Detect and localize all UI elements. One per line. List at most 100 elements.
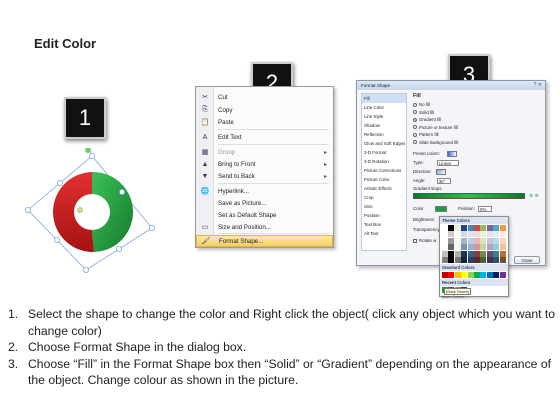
color-swatch[interactable] (480, 271, 487, 278)
color-swatch[interactable] (499, 256, 506, 263)
color-swatch[interactable] (442, 256, 448, 263)
color-swatch[interactable] (467, 231, 474, 238)
rotate-with-shape-checkbox[interactable]: Rotate w (413, 238, 436, 243)
color-swatch[interactable] (486, 256, 493, 263)
color-swatch[interactable] (499, 237, 506, 244)
gradient-stops-bar[interactable] (413, 193, 525, 199)
radio-button[interactable] (413, 140, 417, 145)
category-3-d-rotation[interactable]: 3-D Rotation (362, 157, 406, 166)
preset-colors-dropdown[interactable] (447, 151, 458, 157)
menu-item-send-to-back[interactable]: ▼ Send to Back ▸ (196, 170, 333, 182)
color-swatch[interactable] (454, 244, 461, 251)
color-swatch[interactable] (486, 250, 493, 257)
color-swatch[interactable] (473, 271, 480, 278)
close-button[interactable]: Close (514, 256, 540, 264)
color-swatch[interactable] (480, 237, 487, 244)
color-swatch[interactable] (448, 244, 455, 251)
fill-option-solid-fill[interactable]: Solid fill (413, 110, 434, 115)
color-swatch[interactable] (467, 256, 474, 263)
color-swatch[interactable] (467, 244, 474, 251)
color-swatch[interactable] (493, 250, 500, 257)
color-swatch[interactable] (486, 244, 493, 251)
color-swatch[interactable] (454, 256, 461, 263)
color-swatch[interactable] (486, 237, 493, 244)
menu-item-bring-to-front[interactable]: ▲ Bring to Front ▸ (196, 158, 333, 170)
color-swatch[interactable] (480, 231, 487, 238)
color-swatch[interactable] (448, 237, 455, 244)
category-fill[interactable]: Fill (362, 94, 406, 103)
color-swatch[interactable] (461, 237, 468, 244)
fill-option-gradient-fill[interactable]: Gradient fill (413, 117, 441, 122)
angle-input[interactable]: 30° (436, 178, 451, 184)
color-swatch[interactable] (493, 256, 500, 263)
color-swatch[interactable] (442, 250, 448, 257)
color-swatch[interactable] (499, 244, 506, 251)
color-swatch[interactable] (473, 244, 480, 251)
menu-item-paste[interactable]: 📋 Paste (196, 116, 333, 128)
donut-shape[interactable] (14, 148, 160, 276)
radio-button[interactable] (413, 117, 417, 122)
color-swatch[interactable] (493, 244, 500, 251)
color-swatch[interactable] (448, 271, 455, 278)
color-swatch[interactable] (461, 225, 468, 231)
menu-item-cut[interactable]: ✂ Cut (196, 91, 333, 103)
color-swatch[interactable] (442, 231, 448, 238)
color-swatch[interactable] (499, 271, 506, 278)
menu-item-copy[interactable]: ⎘ Copy (196, 104, 333, 116)
color-swatch[interactable] (442, 271, 448, 278)
color-swatch[interactable] (467, 225, 474, 231)
menu-item-format-shape[interactable]: 🖌 Format Shape... (196, 235, 333, 247)
color-swatch[interactable] (486, 271, 493, 278)
color-swatch[interactable] (473, 237, 480, 244)
category-text-box[interactable]: Text Box (362, 220, 406, 229)
menu-item-save-as-picture[interactable]: Save as Picture... (196, 197, 333, 209)
category-reflection[interactable]: Reflection (362, 130, 406, 139)
color-swatch[interactable] (486, 231, 493, 238)
color-swatch[interactable] (493, 237, 500, 244)
color-swatch[interactable] (454, 231, 461, 238)
color-swatch[interactable] (480, 250, 487, 257)
color-swatch[interactable] (467, 250, 474, 257)
position-input[interactable]: 0% (478, 206, 493, 212)
color-dropdown-button[interactable] (434, 206, 447, 212)
menu-item-size-and-position[interactable]: ▭ Size and Position... (196, 221, 333, 233)
category-line-style[interactable]: Line Style (362, 112, 406, 121)
color-swatch[interactable] (448, 256, 455, 263)
color-swatch[interactable] (467, 237, 474, 244)
color-swatch[interactable] (461, 244, 468, 251)
color-swatch[interactable] (454, 271, 461, 278)
radio-button[interactable] (413, 125, 417, 130)
color-swatch[interactable] (473, 231, 480, 238)
category-artistic-effects[interactable]: Artistic Effects (362, 184, 406, 193)
category-size[interactable]: Size (362, 202, 406, 211)
radio-button[interactable] (413, 110, 417, 115)
color-swatch[interactable] (480, 256, 487, 263)
color-swatch[interactable] (473, 256, 480, 263)
color-swatch[interactable] (461, 256, 468, 263)
menu-item-set-as-default-shape[interactable]: Set as Default Shape (196, 209, 333, 221)
fill-option-picture-or-texture-fill[interactable]: Picture or texture fill (413, 125, 458, 130)
radio-button[interactable] (413, 102, 417, 107)
category-line-color[interactable]: Line Color (362, 103, 406, 112)
color-swatch[interactable] (461, 271, 468, 278)
color-swatch[interactable] (473, 250, 480, 257)
color-swatch[interactable] (499, 250, 506, 257)
fill-option-pattern-fill[interactable]: Pattern fill (413, 132, 439, 137)
color-swatch[interactable] (448, 250, 455, 257)
category-3-d-format[interactable]: 3-D Format (362, 148, 406, 157)
color-swatch[interactable] (442, 225, 448, 231)
category-position[interactable]: Position (362, 211, 406, 220)
color-swatch[interactable] (473, 225, 480, 231)
fill-option-slide-background-fill[interactable]: Slide background fill (413, 140, 458, 145)
color-swatch[interactable] (480, 244, 487, 251)
category-alt-text[interactable]: Alt Text (362, 229, 406, 238)
category-picture-color[interactable]: Picture Color (362, 175, 406, 184)
color-swatch[interactable] (486, 225, 493, 231)
menu-item-hyperlink[interactable]: 🌐 Hyperlink... (196, 185, 333, 197)
fill-option-no-fill[interactable]: No fill (413, 102, 430, 107)
color-swatch[interactable] (499, 225, 506, 231)
color-swatch[interactable] (442, 237, 448, 244)
dialog-window-controls[interactable]: ? ✕ (534, 82, 542, 88)
color-swatch[interactable] (448, 225, 455, 231)
color-swatch[interactable] (461, 231, 468, 238)
